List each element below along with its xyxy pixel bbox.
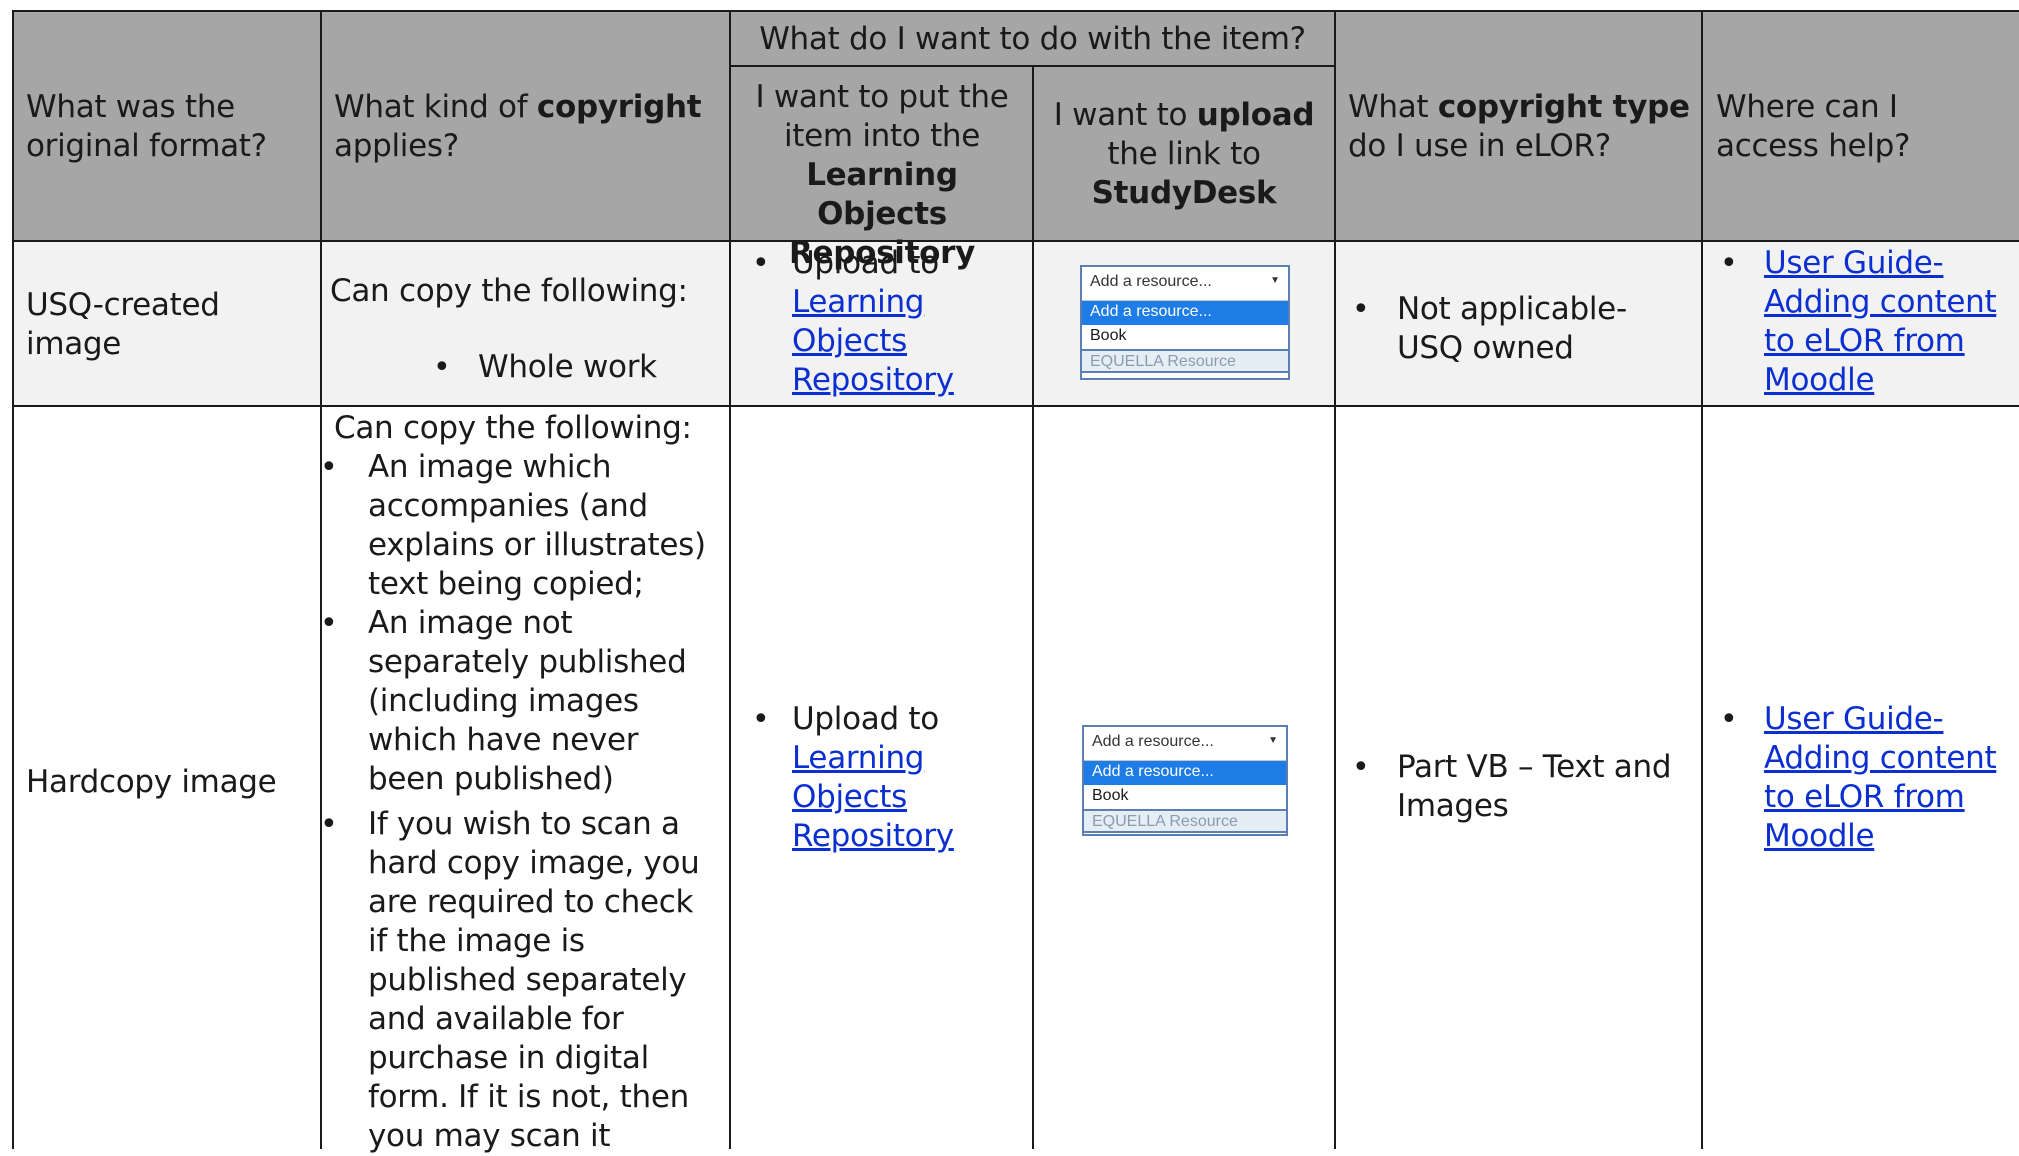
help-link[interactable]: User Guide- Adding content to eLOR from …	[1764, 245, 1997, 398]
header-upload-studydesk: I want to upload the link to StudyDesk	[1053, 97, 1315, 211]
row-hardcopy-copy-item: An image not separately published (inclu…	[368, 605, 687, 797]
header-group: What do I want to do with the item?	[759, 21, 1306, 57]
lor-link[interactable]: Learning Objects Repository	[792, 739, 962, 856]
row-usq-copy-intro: Can copy the following:	[330, 273, 688, 309]
add-resource-dropdown[interactable]: Add a resource... ▼ Add a resource... Bo…	[1082, 725, 1288, 836]
row-usq-type: Not applicable- USQ owned	[1397, 291, 1627, 366]
row-hardcopy-format: Hardcopy image	[26, 764, 277, 800]
dropdown-current[interactable]: Add a resource... ▼	[1082, 267, 1288, 301]
help-link[interactable]: User Guide- Adding content to eLOR from …	[1764, 701, 1997, 854]
grid-line	[12, 10, 2019, 12]
grid-line	[12, 10, 14, 1149]
dropdown-option[interactable]: Add a resource...	[1084, 761, 1286, 785]
grid-line	[1334, 10, 1336, 1149]
dropdown-option[interactable]: EQUELLA Resource	[1080, 349, 1290, 373]
bullet: •	[1720, 246, 1738, 281]
dropdown-current[interactable]: Add a resource... ▼	[1084, 727, 1286, 761]
bullet: •	[320, 450, 338, 485]
bullet: •	[433, 350, 451, 385]
row-hardcopy-help: User Guide- Adding content to eLOR from …	[1764, 700, 2014, 856]
row-hardcopy-copy-intro: Can copy the following:	[334, 410, 692, 446]
grid-line	[320, 10, 322, 1149]
row-usq-help: User Guide- Adding content to eLOR from …	[1764, 244, 2014, 400]
header-copyright-kind: What kind of copyright applies?	[334, 89, 702, 164]
add-resource-dropdown[interactable]: Add a resource... ▼ Add a resource... Bo…	[1080, 265, 1290, 380]
chevron-down-icon: ▼	[1270, 275, 1280, 286]
header-original-format: What was the original format?	[26, 89, 267, 164]
grid-line	[1701, 10, 1703, 1149]
row-hardcopy-copy-item: An image which accompanies (and explains…	[368, 449, 706, 602]
bullet: •	[320, 606, 338, 641]
row-hardcopy-type: Part VB – Text and Images	[1397, 749, 1672, 824]
row-usq-copy-item: Whole work	[478, 349, 657, 385]
bullet: •	[320, 807, 338, 842]
dropdown-option[interactable]: Book	[1084, 785, 1286, 809]
bullet: •	[1352, 292, 1370, 327]
row-hardcopy-lor: Upload to Learning Objects Repository	[792, 700, 1022, 856]
header-copyright-type: What copyright type do I use in eLOR?	[1348, 89, 1690, 164]
dropdown-option[interactable]: Book	[1082, 325, 1288, 349]
row-usq-format: USQ-created image	[26, 287, 220, 362]
dropdown-option[interactable]: Add a resource...	[1082, 301, 1288, 325]
dropdown-option[interactable]: EQUELLA Resource	[1082, 809, 1288, 833]
row-hardcopy-copy-item: If you wish to scan a hard copy image, y…	[368, 806, 700, 1154]
bullet: •	[752, 246, 770, 281]
row-usq-lor: Upload to Learning Objects Repository	[792, 244, 1022, 400]
header-access-help: Where can I access help?	[1716, 89, 1911, 164]
grid-line	[729, 10, 731, 1149]
grid-line	[12, 405, 2019, 407]
lor-link[interactable]: Learning Objects Repository	[792, 283, 962, 400]
grid-line	[1032, 65, 1034, 1149]
bullet: •	[1720, 702, 1738, 737]
bullet: •	[752, 702, 770, 737]
chevron-down-icon: ▼	[1268, 735, 1278, 746]
bullet: •	[1352, 750, 1370, 785]
